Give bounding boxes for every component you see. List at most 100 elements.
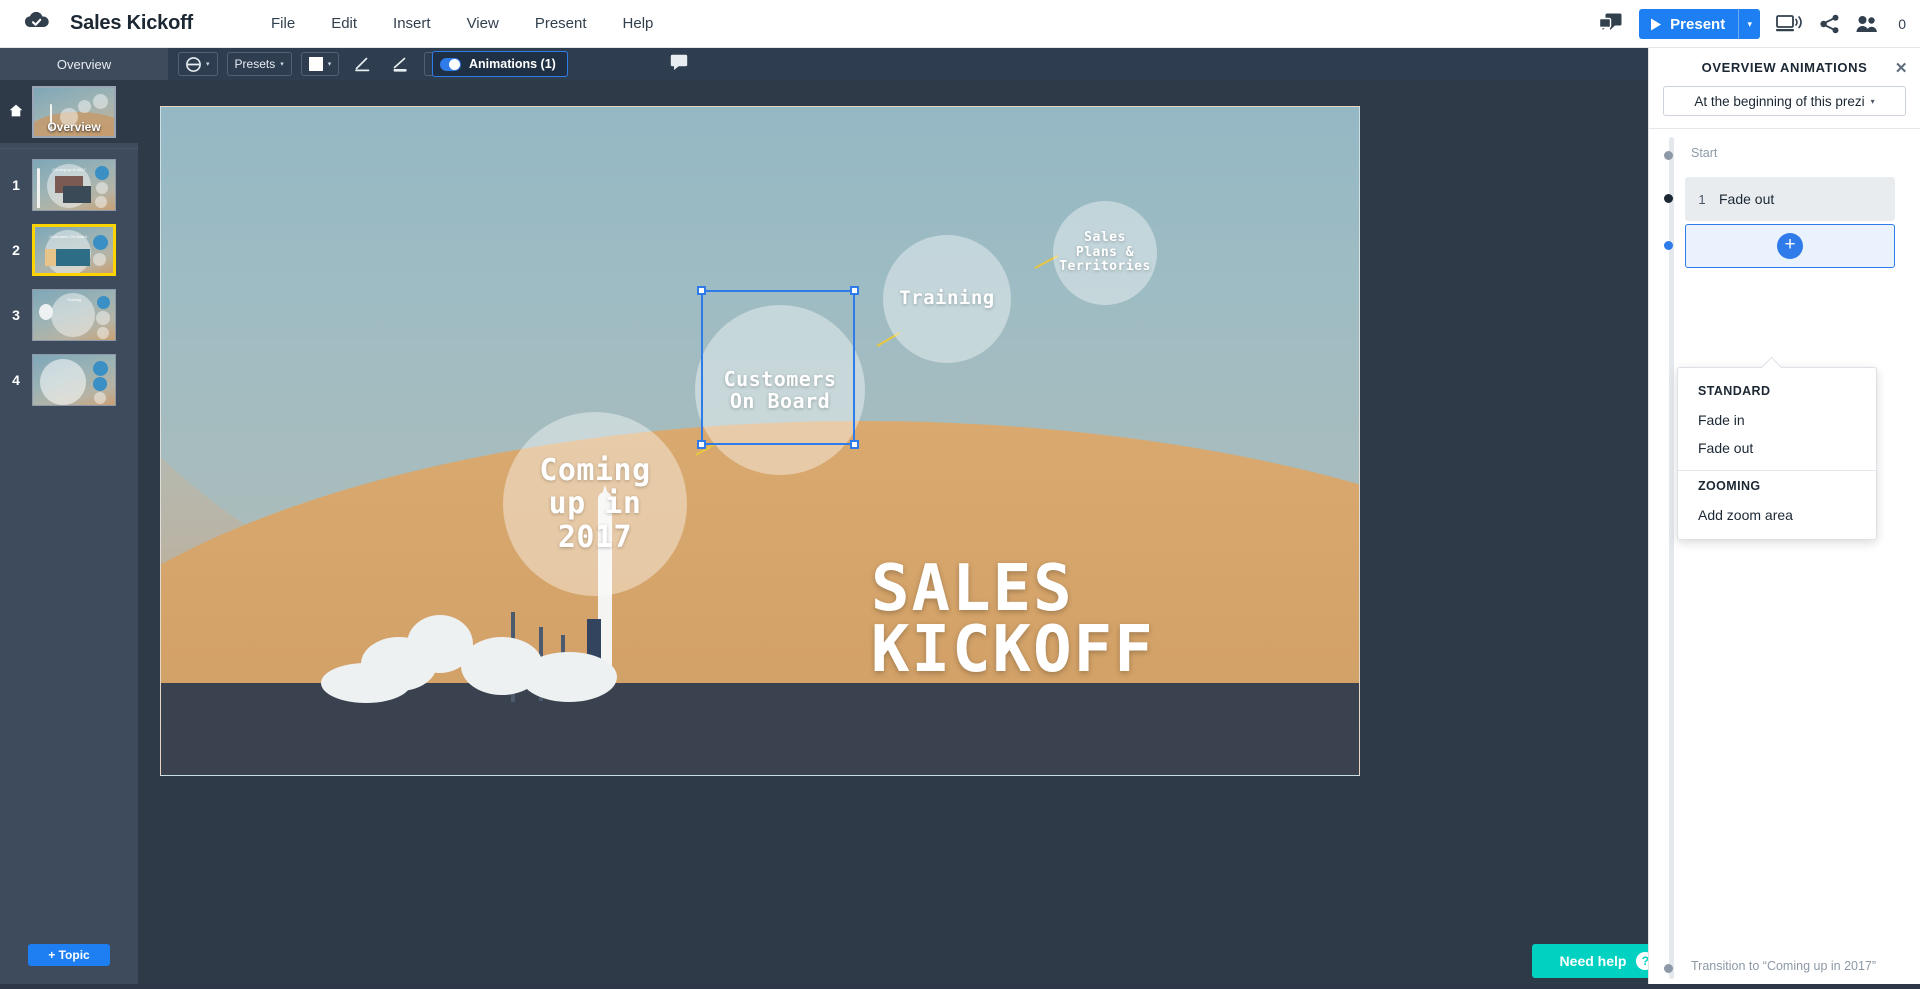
sidebar-item-slide-2[interactable]: 2 Customers On Board: [0, 224, 138, 276]
sidebar-item-overview[interactable]: Overview: [0, 80, 138, 143]
menu-item-file[interactable]: File: [253, 9, 313, 38]
timeline-dot-start: [1664, 151, 1673, 160]
line-weight-tool[interactable]: [386, 52, 415, 76]
animation-step-label: Fade out: [1719, 191, 1775, 207]
animations-toggle-button[interactable]: Animations (1): [432, 51, 568, 77]
overview-thumbnail[interactable]: Overview: [32, 85, 116, 138]
animation-timeline: Start 1 Fade out + STANDARD Fade in Fade…: [1649, 129, 1920, 989]
slide-title-line2: KICKOFF: [871, 612, 1155, 687]
resize-handle-top-right[interactable]: [850, 286, 859, 295]
animation-step-number: 1: [1698, 191, 1706, 207]
remote-present-icon[interactable]: [1776, 14, 1804, 34]
menu-bar: File Edit Insert View Present Help: [253, 9, 671, 38]
menu-item-help[interactable]: Help: [605, 9, 672, 38]
dropdown-item-fade-out[interactable]: Fade out: [1678, 434, 1876, 462]
animations-button-label: Animations (1): [469, 57, 556, 71]
dropdown-item-fade-in[interactable]: Fade in: [1678, 406, 1876, 434]
tool-group: ▾ Presets ▾ ▾ ▾: [178, 48, 464, 80]
timeline-transition-label: Transition to “Coming up in 2017”: [1691, 959, 1877, 973]
slides-sidebar: Overview 1 Coming up in 2017 2 Customers…: [0, 80, 138, 984]
slide-stage[interactable]: Coming up in 2017 Customers On Board Tra…: [160, 106, 1360, 776]
circle-training-label: Training: [899, 287, 995, 310]
presets-tool-label: Presets: [234, 57, 276, 71]
ellipse-shape-icon: [186, 56, 201, 72]
slide-number: 3: [12, 307, 20, 323]
panel-header: OVERVIEW ANIMATIONS ✕: [1649, 48, 1920, 86]
timeline-rail: [1669, 137, 1674, 979]
prezi-cloud-icon[interactable]: [20, 7, 54, 41]
present-button[interactable]: Present: [1639, 9, 1739, 39]
collaborator-count: 0: [1898, 16, 1906, 32]
menu-item-insert[interactable]: Insert: [375, 9, 449, 38]
slide-title-line1: SALES: [871, 552, 1074, 626]
resize-handle-bottom-left[interactable]: [697, 440, 706, 449]
sidebar-item-slide-4[interactable]: 4: [0, 354, 138, 406]
present-button-group: Present ▾: [1639, 9, 1761, 39]
comment-bubble-icon[interactable]: [670, 54, 688, 75]
slide-thumbnail[interactable]: Customers On Board: [32, 224, 116, 276]
insert-shape-caret: ▾: [206, 61, 210, 68]
timeline-start-label: Start: [1691, 146, 1718, 160]
white-swatch-icon: [308, 57, 323, 71]
plus-icon: +: [1777, 233, 1803, 259]
sidebar-item-slide-3[interactable]: 3 Training: [0, 289, 138, 341]
animations-toggle-switch[interactable]: [440, 57, 461, 71]
dropdown-item-add-zoom-area[interactable]: Add zoom area: [1678, 501, 1876, 529]
share-icon[interactable]: [1820, 14, 1840, 34]
slide-number: 2: [12, 242, 20, 258]
fill-color-caret: ▾: [327, 61, 332, 68]
top-menu-bar: Sales Kickoff File Edit Insert View Pres…: [0, 0, 1920, 48]
timeline-dot-add: [1664, 241, 1673, 250]
present-dropdown-caret[interactable]: ▾: [1738, 9, 1761, 39]
timeline-dot-step-1: [1664, 194, 1673, 203]
fill-color-tool[interactable]: ▾: [300, 52, 340, 76]
menu-item-edit[interactable]: Edit: [313, 9, 375, 38]
edit-toolbar: Overview ▾ Presets ▾ ▾ Animations (1): [0, 48, 1920, 80]
comments-icon[interactable]: [1599, 13, 1623, 35]
dropdown-heading-zooming: ZOOMING: [1698, 479, 1761, 493]
animation-step-1[interactable]: 1 Fade out: [1685, 177, 1895, 221]
dropdown-heading-standard: STANDARD: [1698, 384, 1771, 398]
canvas-area[interactable]: Coming up in 2017 Customers On Board Tra…: [138, 80, 1682, 984]
people-icon[interactable]: [1856, 14, 1880, 34]
present-button-label: Present: [1670, 15, 1726, 33]
circle-coming-up-label: Coming up in 2017: [539, 452, 651, 555]
document-title[interactable]: Sales Kickoff: [70, 12, 193, 35]
line-thin-icon: [355, 57, 370, 72]
circle-sales-plans[interactable]: Sales Plans & Territories: [1053, 201, 1157, 305]
sidebar-item-slide-1[interactable]: 1 Coming up in 2017: [0, 159, 138, 211]
overview-animations-panel: OVERVIEW ANIMATIONS ✕ At the beginning o…: [1648, 48, 1920, 984]
scope-select-wrapper: At the beginning of this prezi ▾: [1649, 86, 1920, 129]
slide-thumbnail[interactable]: Coming up in 2017: [32, 159, 116, 211]
presets-caret: ▾: [280, 61, 284, 68]
circle-customers-label: Customers On Board: [723, 366, 837, 413]
slide-thumbnail[interactable]: Training: [32, 289, 116, 341]
circle-training[interactable]: Training: [883, 235, 1011, 363]
menu-item-present[interactable]: Present: [517, 9, 605, 38]
menu-item-view[interactable]: View: [449, 9, 517, 38]
animation-scope-select[interactable]: At the beginning of this prezi ▾: [1663, 86, 1906, 116]
need-help-label: Need help: [1559, 953, 1627, 969]
insert-shape-tool[interactable]: ▾: [178, 52, 218, 76]
top-right-actions: Present ▾ 0: [1599, 0, 1906, 48]
slide-title[interactable]: SALES KICKOFF: [871, 552, 1155, 687]
slide-number: 1: [12, 177, 20, 193]
chevron-down-icon: ▾: [1870, 96, 1875, 106]
circle-coming-up[interactable]: Coming up in 2017: [503, 412, 687, 596]
resize-handle-top-left[interactable]: [697, 286, 706, 295]
panel-title: OVERVIEW ANIMATIONS: [1701, 59, 1868, 75]
circle-customers-on-board[interactable]: Customers On Board: [695, 305, 865, 475]
close-icon[interactable]: ✕: [1895, 59, 1908, 77]
slide-thumbnail[interactable]: [32, 354, 116, 406]
dropdown-separator: [1678, 470, 1876, 471]
add-animation-button[interactable]: +: [1685, 224, 1895, 268]
presets-tool[interactable]: Presets ▾: [226, 52, 292, 76]
overview-tab[interactable]: Overview: [0, 48, 168, 80]
animation-scope-value: At the beginning of this prezi: [1694, 93, 1865, 109]
timeline-dot-transition: [1664, 964, 1673, 973]
resize-handle-bottom-right[interactable]: [850, 440, 859, 449]
add-topic-button[interactable]: + Topic: [28, 944, 110, 966]
line-style-tool[interactable]: [348, 52, 377, 76]
add-animation-dropdown: STANDARD Fade in Fade out ZOOMING Add zo…: [1677, 367, 1877, 540]
line-thick-icon: [393, 57, 407, 72]
